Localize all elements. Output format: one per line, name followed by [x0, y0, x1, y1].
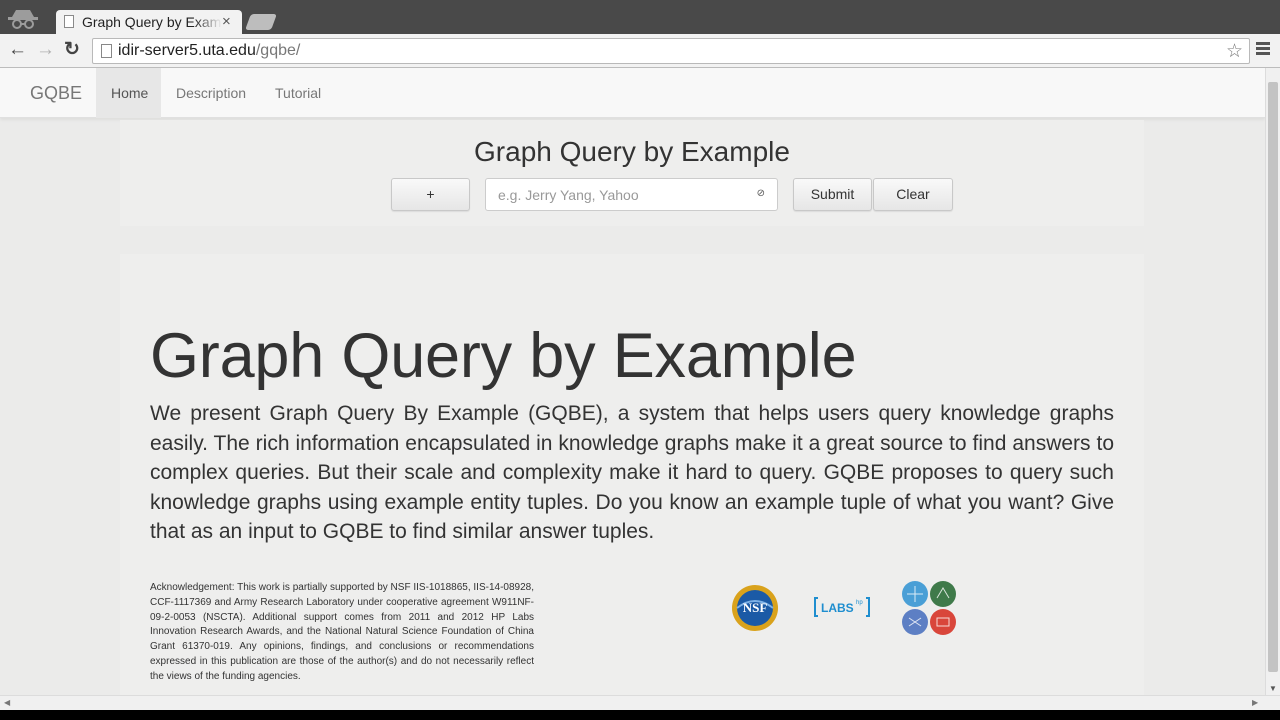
browser-toolbar: ← → ↻ idir-server5.uta.edu/gqbe/ ☆	[0, 34, 1280, 68]
back-icon[interactable]: ←	[8, 40, 27, 60]
scroll-left-icon[interactable]: ◀	[4, 698, 10, 707]
page-icon	[64, 15, 74, 28]
page-icon	[101, 44, 112, 58]
labs-logo-sup: hp	[856, 600, 863, 606]
acknowledgement-text: Acknowledgement: This work is partially …	[150, 582, 534, 682]
vertical-scrollbar[interactable]: ▼	[1265, 68, 1280, 695]
submit-button[interactable]: Submit	[793, 178, 872, 211]
nav-home[interactable]: Home	[96, 68, 161, 118]
nav-description[interactable]: Description	[161, 68, 261, 118]
new-tab-button[interactable]	[245, 14, 277, 30]
tab-title: Graph Query by Example	[82, 14, 222, 30]
description-text: We present Graph Query By Example (GQBE)…	[150, 402, 1114, 543]
clear-input-icon[interactable]: ⊘	[757, 188, 765, 199]
incognito-icon	[8, 10, 38, 29]
tab-close-icon[interactable]: ×	[222, 13, 231, 30]
address-bar[interactable]: idir-server5.uta.edu/gqbe/ ☆	[92, 38, 1250, 64]
nsf-logo[interactable]: NSF	[730, 584, 780, 632]
page-title: Graph Query by Example	[150, 321, 857, 391]
site-navbar: GQBE Home Description Tutorial	[0, 68, 1265, 118]
forward-icon[interactable]: →	[36, 40, 55, 60]
url-host: idir-server5.uta.edu	[118, 42, 256, 59]
query-panel: Graph Query by Example + ⊘ Submit Clear	[120, 120, 1144, 226]
scrollbar-thumb[interactable]	[1268, 82, 1278, 672]
scroll-down-icon[interactable]: ▼	[1269, 684, 1277, 693]
reload-icon[interactable]: ↻	[64, 40, 80, 60]
page-viewport: GQBE Home Description Tutorial Graph Que…	[0, 68, 1265, 695]
browser-tab[interactable]: Graph Query by Example ×	[56, 10, 242, 34]
browser-menu-icon[interactable]	[1256, 42, 1270, 56]
hp-labs-logo[interactable]: LABS hp	[814, 594, 870, 620]
tuple-search: ⊘	[485, 178, 778, 211]
browser-tab-strip: Graph Query by Example ×	[0, 0, 1280, 34]
screen-bottom-edge	[0, 710, 1280, 720]
nav-tutorial[interactable]: Tutorial	[260, 68, 336, 118]
research-lab-logo[interactable]	[901, 580, 957, 636]
horizontal-scrollbar[interactable]: ◀ ▶	[0, 695, 1280, 710]
brand-link[interactable]: GQBE	[30, 83, 82, 104]
intro-section: Graph Query by Example We present Graph …	[120, 254, 1144, 695]
nsf-logo-text: NSF	[743, 600, 768, 615]
tuple-input[interactable]	[486, 179, 751, 210]
labs-logo-text: LABS	[821, 601, 854, 615]
query-title: Graph Query by Example	[474, 136, 790, 167]
scroll-right-icon[interactable]: ▶	[1252, 698, 1258, 707]
bookmark-star-icon[interactable]: ☆	[1226, 40, 1243, 63]
add-tuple-button[interactable]: +	[391, 178, 470, 211]
url-path: /gqbe/	[255, 42, 301, 59]
clear-button[interactable]: Clear	[873, 178, 953, 211]
url-text[interactable]: idir-server5.uta.edu/gqbe/	[118, 42, 300, 60]
